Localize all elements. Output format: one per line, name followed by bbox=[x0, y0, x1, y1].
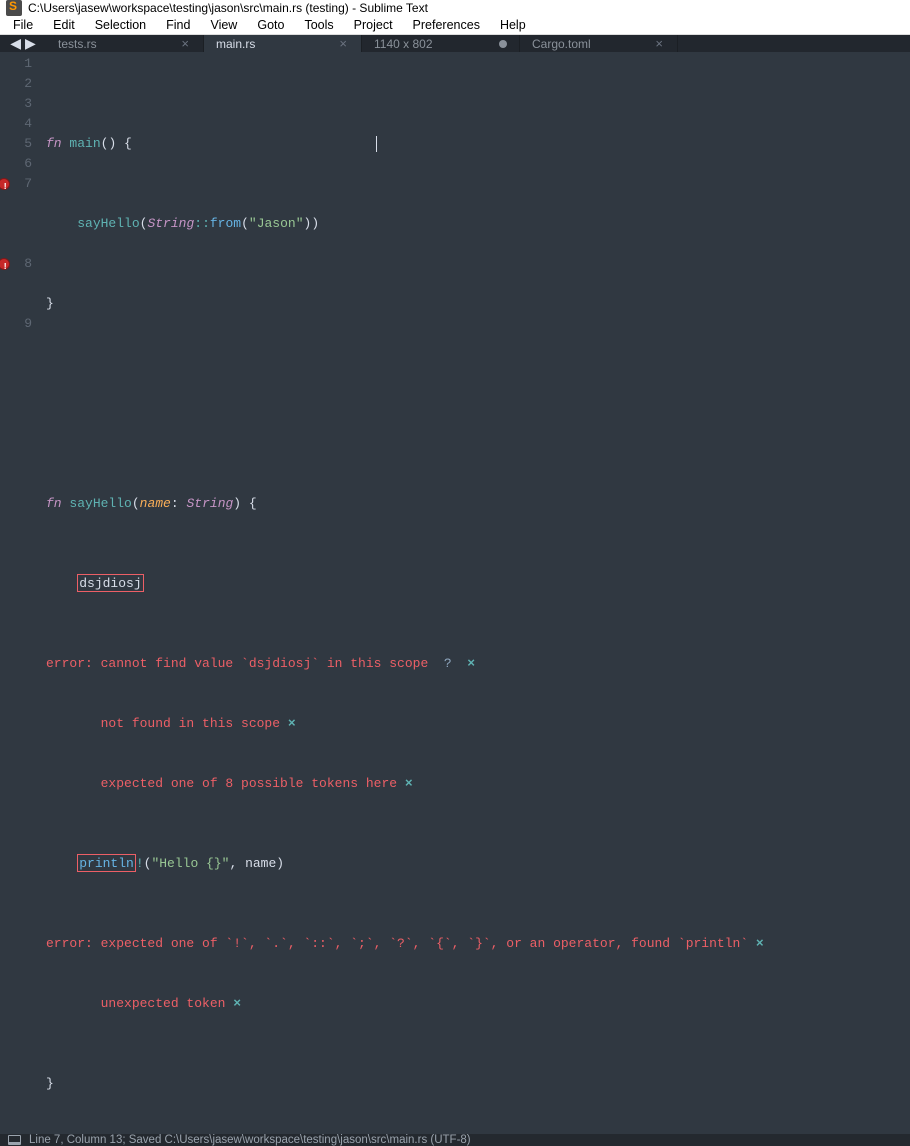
code-line bbox=[46, 354, 910, 374]
menu-view[interactable]: View bbox=[201, 16, 246, 34]
error-token-box: dsjdiosj bbox=[77, 574, 143, 592]
line-number: 8 bbox=[0, 254, 32, 274]
tab-history-nav: ◀ ▶ bbox=[0, 35, 46, 52]
close-icon[interactable]: × bbox=[337, 36, 349, 51]
line-number: 6 bbox=[0, 154, 32, 174]
editor-area[interactable]: 1 2 3 4 5 6 7 8 9 fn main() { sayHello(S… bbox=[0, 52, 910, 1134]
code-line: } bbox=[46, 294, 910, 314]
code-line: } bbox=[46, 1074, 910, 1094]
code-line bbox=[46, 414, 910, 434]
tab-tests-rs[interactable]: tests.rs × bbox=[46, 35, 204, 52]
line-number: 3 bbox=[0, 94, 32, 114]
menu-project[interactable]: Project bbox=[345, 16, 402, 34]
nav-forward-icon[interactable]: ▶ bbox=[25, 35, 36, 52]
error-token-box: println bbox=[77, 854, 136, 872]
tab-main-rs[interactable]: main.rs × bbox=[204, 35, 362, 52]
menu-goto[interactable]: Goto bbox=[248, 16, 293, 34]
code-line: fn sayHello(name: String) { bbox=[46, 494, 910, 514]
line-number bbox=[0, 294, 32, 314]
tab-1140x802[interactable]: 1140 x 802 bbox=[362, 35, 520, 52]
menu-preferences[interactable]: Preferences bbox=[404, 16, 489, 34]
line-number bbox=[0, 274, 32, 294]
line-number bbox=[0, 214, 32, 234]
tab-row: ◀ ▶ tests.rs × main.rs × 1140 x 802 Carg… bbox=[0, 35, 910, 52]
text-caret-icon bbox=[376, 136, 377, 152]
line-number bbox=[0, 194, 32, 214]
inline-error: unexpected token × bbox=[46, 994, 910, 1014]
menu-help[interactable]: Help bbox=[491, 16, 535, 34]
code-content[interactable]: fn main() { sayHello(String::from("Jason… bbox=[40, 52, 910, 1134]
line-number: 2 bbox=[0, 74, 32, 94]
dismiss-error-icon[interactable]: × bbox=[467, 656, 475, 671]
inline-error: expected one of 8 possible tokens here × bbox=[46, 774, 910, 794]
dismiss-error-icon[interactable]: × bbox=[405, 776, 413, 791]
menu-edit[interactable]: Edit bbox=[44, 16, 84, 34]
line-number: 5 bbox=[0, 134, 32, 154]
panel-toggle-icon[interactable] bbox=[8, 1135, 21, 1145]
close-icon[interactable]: × bbox=[653, 36, 665, 51]
line-number: 1 bbox=[0, 54, 32, 74]
dirty-indicator-icon bbox=[499, 40, 507, 48]
inline-error: error: cannot find value `dsjdiosj` in t… bbox=[46, 654, 910, 674]
app-logo-icon bbox=[6, 0, 22, 16]
line-number bbox=[0, 234, 32, 254]
tab-label: Cargo.toml bbox=[532, 37, 591, 51]
title-bar: C:\Users\jasew\workspace\testing\jason\s… bbox=[0, 0, 910, 16]
line-number: 7 bbox=[0, 174, 32, 194]
nav-back-icon[interactable]: ◀ bbox=[10, 35, 21, 52]
dismiss-error-icon[interactable]: × bbox=[233, 996, 241, 1011]
error-marker-icon[interactable] bbox=[0, 178, 10, 190]
code-line: dsjdiosj bbox=[46, 574, 910, 594]
tab-cargo-toml[interactable]: Cargo.toml × bbox=[520, 35, 678, 52]
inline-error: error: expected one of `!`, `.`, `::`, `… bbox=[46, 934, 910, 954]
close-icon[interactable]: × bbox=[179, 36, 191, 51]
tab-label: tests.rs bbox=[58, 37, 97, 51]
status-bar: Line 7, Column 13; Saved C:\Users\jasew\… bbox=[0, 1134, 910, 1146]
status-text: Line 7, Column 13; Saved C:\Users\jasew\… bbox=[29, 1134, 471, 1146]
inline-error: not found in this scope × bbox=[46, 714, 910, 734]
code-line: fn main() { bbox=[46, 134, 910, 154]
menu-selection[interactable]: Selection bbox=[86, 16, 155, 34]
menu-bar: File Edit Selection Find View Goto Tools… bbox=[0, 16, 910, 35]
line-number: 9 bbox=[0, 314, 32, 334]
error-marker-icon[interactable] bbox=[0, 258, 10, 270]
line-number: 4 bbox=[0, 114, 32, 134]
tab-label: 1140 x 802 bbox=[374, 37, 433, 51]
menu-find[interactable]: Find bbox=[157, 16, 199, 34]
tab-label: main.rs bbox=[216, 37, 255, 51]
dismiss-error-icon[interactable]: × bbox=[756, 936, 764, 951]
code-line: sayHello(String::from("Jason")) bbox=[46, 214, 910, 234]
menu-tools[interactable]: Tools bbox=[295, 16, 342, 34]
menu-file[interactable]: File bbox=[4, 16, 42, 34]
window-title: C:\Users\jasew\workspace\testing\jason\s… bbox=[28, 1, 428, 15]
code-line: println!("Hello {}", name) bbox=[46, 854, 910, 874]
line-number-gutter: 1 2 3 4 5 6 7 8 9 bbox=[0, 52, 40, 1134]
dismiss-error-icon[interactable]: × bbox=[288, 716, 296, 731]
